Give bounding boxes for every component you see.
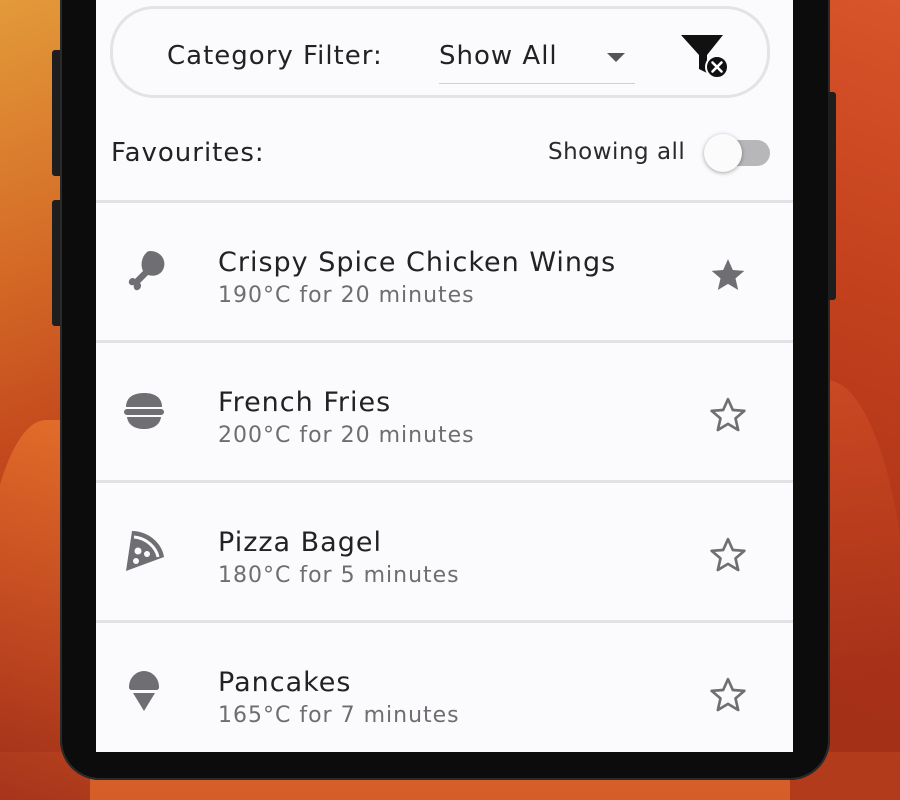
filter-clear-icon[interactable] bbox=[679, 33, 731, 79]
category-dropdown-value: Show All bbox=[439, 41, 558, 71]
toggle-thumb bbox=[704, 134, 742, 172]
category-filter-label: Category Filter: bbox=[167, 41, 383, 71]
caret-down-icon bbox=[607, 53, 625, 62]
star-outline-icon[interactable] bbox=[708, 535, 748, 575]
bowl-icon bbox=[120, 387, 168, 435]
recipe-title: Pizza Bagel bbox=[218, 527, 382, 558]
favourites-toggle[interactable] bbox=[704, 134, 770, 172]
recipe-title: French Fries bbox=[218, 387, 392, 418]
recipe-title: Crispy Spice Chicken Wings bbox=[218, 247, 617, 278]
star-outline-icon[interactable] bbox=[708, 395, 748, 435]
recipe-cook-settings: 200°C for 20 minutes bbox=[218, 423, 475, 448]
list-item[interactable]: Crispy Spice Chicken Wings 190°C for 20 … bbox=[96, 200, 793, 340]
recipe-cook-settings: 165°C for 7 minutes bbox=[218, 703, 460, 728]
list-item[interactable]: Pancakes 165°C for 7 minutes bbox=[96, 620, 793, 752]
list-item[interactable]: Pizza Bagel 180°C for 5 minutes bbox=[96, 480, 793, 620]
recipe-title: Pancakes bbox=[218, 667, 352, 698]
filter-bar: Category Filter: Show All bbox=[110, 6, 770, 98]
star-outline-icon[interactable] bbox=[708, 675, 748, 715]
recipe-cook-settings: 190°C for 20 minutes bbox=[218, 283, 475, 308]
list-item[interactable]: French Fries 200°C for 20 minutes bbox=[96, 340, 793, 480]
pizza-slice-icon bbox=[120, 527, 168, 575]
recipe-cook-settings: 180°C for 5 minutes bbox=[218, 563, 460, 588]
favourites-status: Showing all bbox=[548, 139, 686, 165]
recipe-list: Crispy Spice Chicken Wings 190°C for 20 … bbox=[96, 200, 793, 752]
ice-cream-icon bbox=[120, 667, 168, 715]
app-screen: Category Filter: Show All Favourites: Sh… bbox=[96, 0, 793, 752]
phone-side-button bbox=[52, 200, 60, 326]
drumstick-icon bbox=[120, 247, 168, 295]
category-dropdown[interactable]: Show All bbox=[439, 35, 635, 84]
phone-side-button bbox=[52, 50, 60, 176]
phone-power-button bbox=[828, 92, 836, 300]
favourites-label: Favourites: bbox=[111, 138, 265, 168]
star-filled-icon[interactable] bbox=[708, 255, 748, 295]
